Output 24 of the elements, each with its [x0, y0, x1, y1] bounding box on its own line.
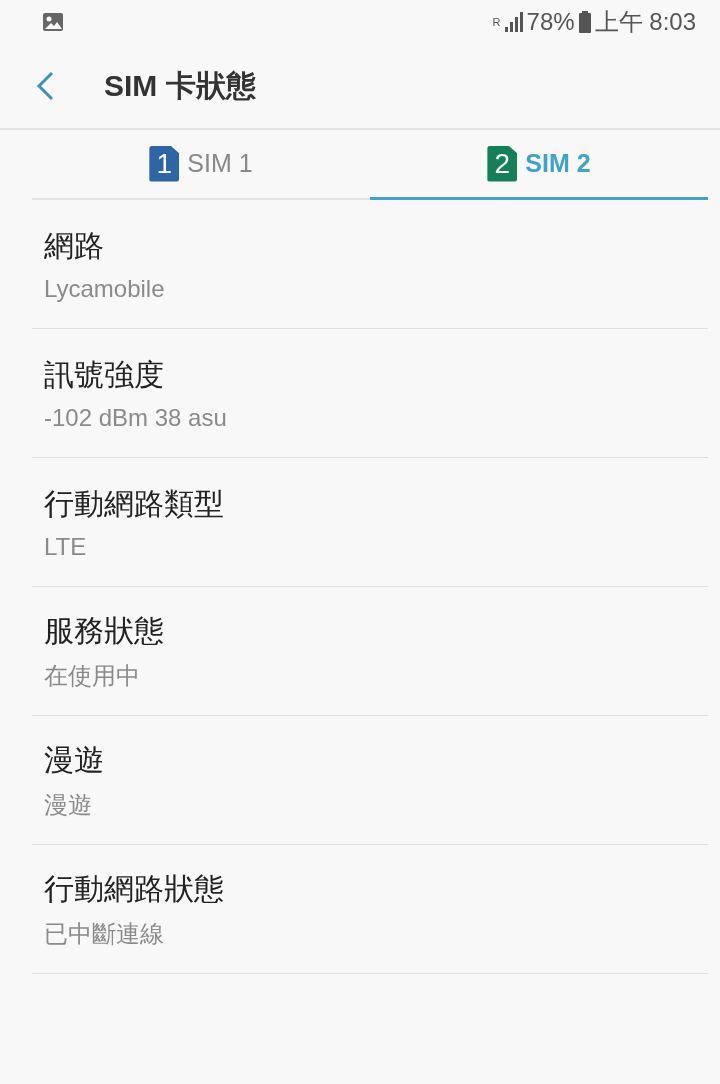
item-title: 行動網路類型 — [44, 485, 225, 522]
sim-card-icon: 1 — [149, 145, 180, 182]
sim-tab[interactable]: 1 SIM 1 — [32, 130, 370, 200]
item-title: 網路 — [44, 227, 105, 264]
item-title: 漫遊 — [44, 741, 105, 778]
item-value: 已中斷連線 — [44, 918, 165, 949]
item-value: LTE — [44, 532, 88, 561]
sim-card-icon: 2 — [487, 145, 518, 182]
item-value: 漫遊 — [44, 789, 93, 820]
roaming-indicator: R — [492, 16, 501, 28]
item-title: 訊號強度 — [44, 356, 165, 393]
battery-icon — [578, 11, 591, 33]
signal-icon — [504, 12, 523, 32]
back-icon — [36, 71, 54, 101]
item-value: 在使用中 — [44, 660, 141, 691]
page-title: SIM 卡狀態 — [104, 67, 256, 104]
item-value: -102 dBm 38 asu — [44, 403, 228, 432]
item-value: Lycamobile — [44, 274, 166, 303]
status-time: 上午 8:03 — [594, 7, 696, 37]
item-title: 行動網路狀態 — [44, 870, 225, 907]
battery-percent: 78% — [526, 8, 575, 36]
sim-tab[interactable]: 2 SIM 2 — [370, 130, 708, 200]
item-title: 服務狀態 — [44, 612, 165, 649]
image-icon — [42, 12, 64, 32]
